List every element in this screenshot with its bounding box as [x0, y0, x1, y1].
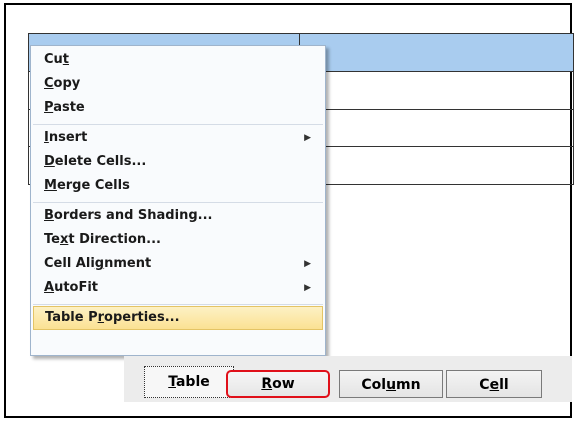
- menu-item-insert[interactable]: Insert ▶: [33, 126, 323, 150]
- submenu-arrow-icon: ▶: [304, 283, 311, 293]
- context-menu: Cut Copy Paste Insert ▶ Delete Cells... …: [30, 45, 326, 356]
- submenu-arrow-icon: ▶: [304, 133, 311, 143]
- menu-item-access-key: A: [44, 280, 55, 295]
- tab-access-key: T: [168, 374, 176, 390]
- menu-item-access-key: B: [44, 208, 54, 223]
- tab-row[interactable]: Row: [226, 370, 330, 398]
- tab-label: ll: [499, 377, 509, 393]
- tab-cell[interactable]: Cell: [446, 370, 542, 398]
- tab-label: mn: [396, 377, 421, 393]
- menu-item-label: t Direction...: [68, 232, 161, 247]
- menu-separator: [33, 124, 323, 125]
- menu-item-copy[interactable]: Copy: [33, 72, 323, 96]
- table-properties-tabs: Table Row Column Cell: [124, 356, 572, 402]
- table-cell[interactable]: [299, 70, 574, 110]
- menu-item-label: aste: [53, 100, 85, 115]
- menu-item-access-key: M: [44, 178, 57, 193]
- table-cell[interactable]: [299, 146, 574, 185]
- submenu-arrow-icon: ▶: [304, 259, 311, 269]
- menu-item-label: Te: [44, 232, 60, 247]
- menu-item-label: Table P: [45, 310, 98, 325]
- menu-item-label: operties...: [104, 310, 180, 325]
- tab-label: C: [479, 377, 490, 393]
- menu-item-label: utoFit: [54, 280, 99, 295]
- table-cell[interactable]: [299, 33, 574, 72]
- menu-separator: [33, 202, 323, 203]
- menu-item-access-key: P: [44, 100, 54, 115]
- menu-item-cell-alignment[interactable]: Cell Alignment ▶: [33, 252, 323, 276]
- table-cell[interactable]: [299, 108, 574, 148]
- tab-access-key: R: [261, 376, 273, 392]
- menu-item-label: nment: [104, 256, 152, 271]
- menu-item-label: Cell Ali: [44, 256, 95, 271]
- menu-item-table-properties[interactable]: Table Properties...: [33, 306, 323, 330]
- menu-item-text-direction[interactable]: Text Direction...: [33, 228, 323, 252]
- menu-item-label: erge Cells: [56, 178, 130, 193]
- menu-item-cut[interactable]: Cut: [33, 48, 323, 72]
- menu-separator: [33, 304, 323, 305]
- menu-item-access-key: t: [62, 52, 70, 67]
- menu-item-delete-cells[interactable]: Delete Cells...: [33, 150, 323, 174]
- tab-column[interactable]: Column: [339, 370, 443, 398]
- menu-item-label: elete Cells...: [54, 154, 147, 169]
- menu-item-label: orders and Shading...: [53, 208, 213, 223]
- menu-item-access-key: C: [44, 76, 54, 91]
- menu-item-borders-and-shading[interactable]: Borders and Shading...: [33, 204, 323, 228]
- tab-access-key: u: [386, 377, 397, 393]
- menu-item-merge-cells[interactable]: Merge Cells: [33, 174, 323, 198]
- menu-item-autofit[interactable]: AutoFit ▶: [33, 276, 323, 300]
- tab-access-key: e: [489, 377, 500, 393]
- menu-item-paste[interactable]: Paste: [33, 96, 323, 120]
- tab-label: ow: [272, 376, 295, 392]
- menu-item-label: Cu: [44, 52, 63, 67]
- menu-item-access-key: g: [94, 256, 105, 271]
- menu-item-access-key: D: [44, 154, 55, 169]
- menu-item-label: opy: [53, 76, 81, 91]
- tab-label: able: [175, 374, 210, 390]
- menu-item-label: nsert: [48, 130, 88, 145]
- tab-table[interactable]: Table: [144, 366, 234, 398]
- tab-label: Col: [361, 377, 387, 393]
